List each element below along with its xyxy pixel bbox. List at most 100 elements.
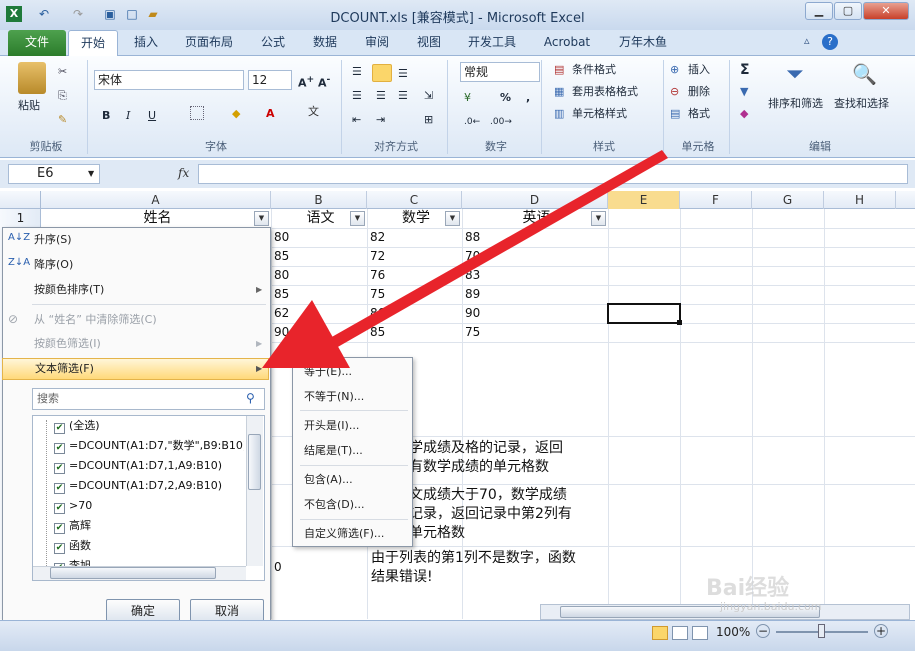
page-break-view-icon[interactable] [692,626,708,640]
cell-b3[interactable]: 85 [271,247,367,266]
maximize-button[interactable]: ▢ [834,2,862,20]
font-size-select[interactable]: 12 [248,70,292,90]
paste-icon[interactable] [18,62,46,94]
select-all-corner[interactable] [0,191,41,209]
column-header-b[interactable]: B [271,191,367,209]
sort-filter-icon[interactable]: ⏷ [786,62,804,87]
zoom-out-icon[interactable]: − [756,624,770,638]
cell-d4[interactable]: 83 [462,266,608,285]
fx-icon[interactable]: fx [178,166,189,180]
font-color-icon[interactable]: A [266,106,275,122]
cell-b2[interactable]: 80 [271,228,367,247]
cell-b-zero[interactable]: 0 [271,558,367,577]
close-button[interactable]: ✕ [863,2,909,20]
cell-c4[interactable]: 76 [367,266,462,285]
cell-d7[interactable]: 75 [462,323,608,342]
bold-button[interactable]: B [102,108,110,124]
cell-c3[interactable]: 72 [367,247,462,266]
border-icon[interactable] [190,106,204,120]
increase-decimal-icon[interactable]: .0← [464,114,480,130]
comma-button[interactable]: , [526,90,530,106]
submenu-ends-with[interactable]: 结尾是(T)... [304,441,363,461]
search-icon[interactable]: ⚲ [246,391,255,405]
submenu-not-equals[interactable]: 不等于(N)... [304,387,364,407]
percent-button[interactable]: % [500,90,511,106]
wrap-text-icon[interactable]: ⇲ [424,88,433,104]
checkbox-checked-icon[interactable]: ✔ [54,463,65,474]
cell-b4[interactable]: 80 [271,266,367,285]
filter-item[interactable]: ✔ 函数 [40,536,244,556]
cell-c2[interactable]: 82 [367,228,462,247]
clear-icon[interactable]: ◆ [740,106,748,122]
tab-insert[interactable]: 插入 [124,30,168,56]
cell-styles-icon[interactable]: ▥ [554,106,564,122]
cell-d5[interactable]: 89 [462,285,608,304]
checkbox-checked-icon[interactable]: ✔ [54,423,65,434]
row-header-1[interactable]: 1 [0,209,41,228]
insert-cells-button[interactable]: 插入 [688,62,710,78]
column-header-a[interactable]: A [41,191,271,209]
menu-sort-descending[interactable]: 降序(O) [6,254,264,276]
column-header-c[interactable]: C [367,191,462,209]
column-header-d[interactable]: D [462,191,608,209]
fill-icon[interactable]: ▼ [740,84,748,100]
format-painter-icon[interactable]: ✎ [58,112,67,128]
find-select-icon[interactable]: 🔍 [852,62,877,86]
copy-icon[interactable]: ⎘ [58,88,67,104]
menu-sort-by-color[interactable]: 按颜色排序(T) [6,279,264,301]
underline-button[interactable]: U [148,108,156,124]
align-top-icon[interactable]: ☰ [352,64,362,80]
page-layout-view-icon[interactable] [672,626,688,640]
submenu-equals[interactable]: 等于(E)... [304,362,352,382]
submenu-begins-with[interactable]: 开头是(I)... [304,416,359,436]
filter-dropdown-d[interactable]: ▼ [591,211,606,226]
decrease-indent-icon[interactable]: ⇤ [352,112,361,128]
cell-b6[interactable]: 62 [271,304,367,323]
currency-icon[interactable]: ¥ [464,90,471,106]
column-header-f[interactable]: F [680,191,752,209]
decrease-decimal-icon[interactable]: .00→ [490,114,512,130]
filter-item-select-all[interactable]: ✔ (全选) [40,416,244,436]
filter-dropdown-a[interactable]: ▼ [254,211,269,226]
cell-c5[interactable]: 75 [367,285,462,304]
menu-clear-filter[interactable]: 从 “姓名” 中清除筛选(C) [6,309,264,331]
delete-cells-icon[interactable]: ⊖ [670,84,679,100]
align-center-icon[interactable]: ☰ [376,88,386,104]
sort-filter-button[interactable]: 排序和筛选 [768,96,823,112]
submenu-not-contains[interactable]: 不包含(D)... [304,495,365,515]
cell-c6[interactable]: 86 [367,304,462,323]
align-bottom-icon[interactable]: ☰ [398,66,408,82]
font-name-select[interactable]: 宋体 [94,70,244,90]
tab-page-layout[interactable]: 页面布局 [178,30,240,56]
normal-view-icon[interactable] [652,626,668,640]
cell-b7[interactable]: 90 [271,323,367,342]
filter-dropdown-c[interactable]: ▼ [445,211,460,226]
tab-formulas[interactable]: 公式 [252,30,294,56]
formula-input[interactable] [198,164,908,184]
align-right-icon[interactable]: ☰ [398,88,408,104]
tab-wannian[interactable]: 万年木鱼 [612,30,674,56]
checkbox-checked-icon[interactable]: ✔ [54,503,65,514]
align-left-icon[interactable]: ☰ [352,88,362,104]
checkbox-checked-icon[interactable]: ✔ [54,543,65,554]
filter-item[interactable]: ✔ =DCOUNT(A1:D7,2,A9:B10) [40,476,244,496]
cell-styles-button[interactable]: 单元格样式 [572,106,627,122]
conditional-format-button[interactable]: 条件格式 [572,62,616,78]
column-header-g[interactable]: G [752,191,824,209]
shrink-font-icon[interactable]: A- [318,72,330,92]
format-cells-button[interactable]: 格式 [688,106,710,122]
format-cells-icon[interactable]: ▤ [670,106,680,122]
cell-d2[interactable]: 88 [462,228,608,247]
minimize-button[interactable]: ▁ [805,2,833,20]
align-middle-icon[interactable] [372,64,392,82]
tab-home[interactable]: 开始 [68,30,118,56]
cell-d3[interactable]: 70 [462,247,608,266]
filter-item[interactable]: ✔ >70 [40,496,244,516]
column-header-h[interactable]: H [824,191,896,209]
submenu-contains[interactable]: 包含(A)... [304,470,353,490]
name-box[interactable]: E6 [8,164,100,184]
zoom-level[interactable]: 100% [716,625,750,639]
tab-data[interactable]: 数据 [304,30,346,56]
filter-dropdown-b[interactable]: ▼ [350,211,365,226]
filter-search-input[interactable]: 搜索 [32,388,265,410]
